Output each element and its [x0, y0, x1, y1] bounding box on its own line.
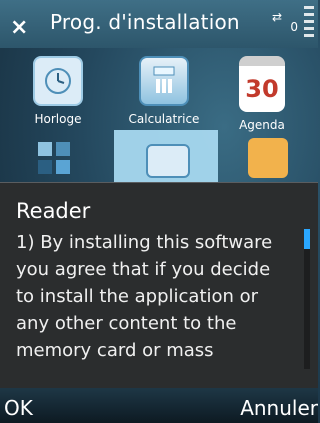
scrollbar-thumb[interactable] — [304, 229, 310, 249]
dialog-body: 1) By installing this software you agree… — [16, 232, 273, 361]
page-title: Prog. d'installation — [50, 10, 240, 34]
battery-indicator: 0 — [290, 20, 298, 34]
app-label: Calculatrice — [128, 112, 200, 126]
app-row-partial — [0, 130, 318, 182]
ok-button[interactable]: OK — [4, 396, 33, 420]
dialog: Reader 1) By installing this software yo… — [0, 182, 318, 389]
app-label: Horloge — [34, 112, 82, 126]
dialog-title: Reader — [16, 199, 91, 223]
app-agenda[interactable]: 30 Agenda — [212, 48, 312, 132]
close-icon[interactable]: × — [10, 15, 28, 40]
camera-icon[interactable] — [146, 144, 190, 178]
folder-icon[interactable] — [248, 138, 288, 178]
windows-icon[interactable] — [38, 142, 72, 176]
calendar-icon: 30 — [239, 56, 285, 112]
clock-icon — [33, 56, 83, 106]
network-icon: ⇄ — [271, 10, 282, 24]
calculator-icon — [139, 56, 189, 106]
app-calculatrice[interactable]: Calculatrice — [114, 48, 214, 126]
signal-strength-icon — [304, 6, 314, 44]
cancel-button[interactable]: Annuler — [240, 396, 318, 420]
softkey-bar: OK Annuler — [0, 388, 318, 423]
app-horloge[interactable]: Horloge — [8, 48, 108, 126]
title-bar: × Prog. d'installation ⇄ 0 — [0, 0, 318, 48]
scrollbar-track[interactable] — [304, 229, 310, 369]
